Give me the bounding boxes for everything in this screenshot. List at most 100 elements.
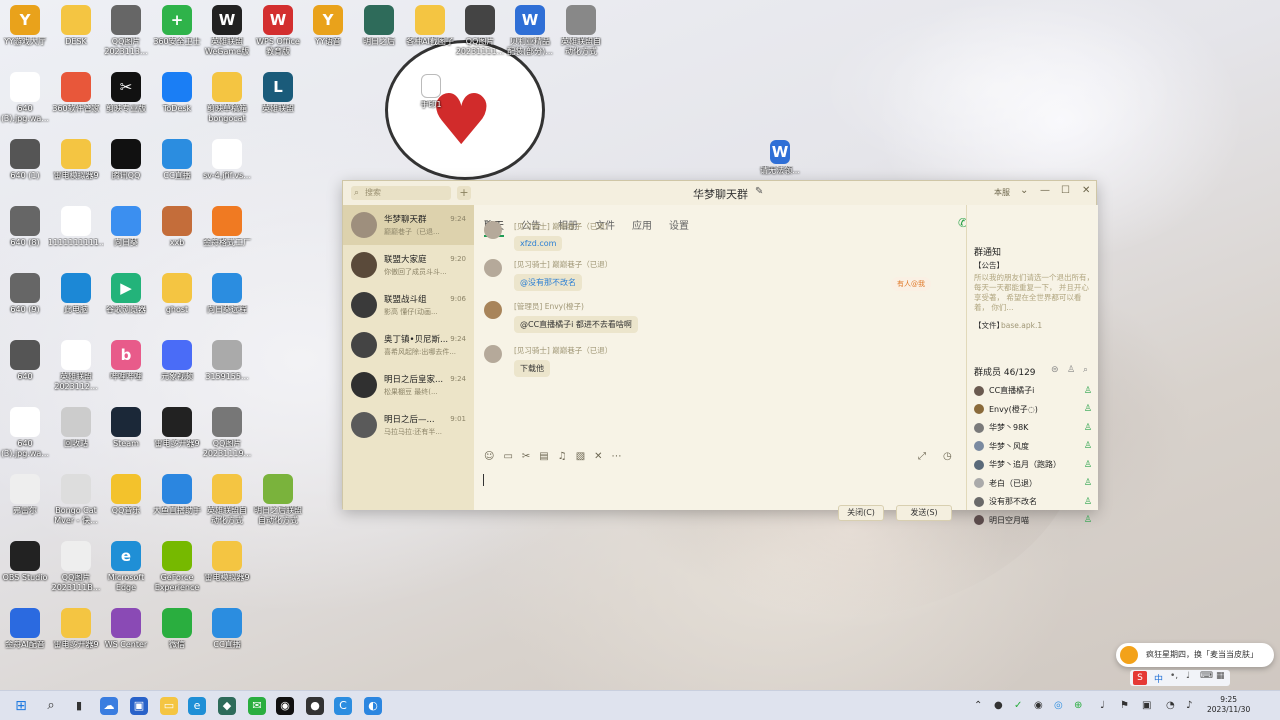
file-explorer-icon[interactable]: ▭ (160, 697, 178, 715)
desktop-shortcut[interactable]: 雷电多开器9 (48, 608, 104, 650)
widgets-icon[interactable]: ☁ (100, 697, 118, 715)
desktop-shortcut[interactable]: 640 (1) (0, 139, 53, 181)
send-button[interactable]: 发送(S) (896, 505, 952, 521)
desktop-shortcut[interactable]: 640 (9) (0, 273, 53, 315)
tray-app2-icon[interactable]: ▣ (1142, 700, 1151, 711)
desktop-shortcut[interactable]: 金舟格式工厂 (199, 206, 255, 248)
desktop-shortcut[interactable]: 640 (3).jpg.wa... (0, 407, 53, 459)
desktop-shortcut[interactable]: 3159155... (199, 340, 255, 382)
desktop-shortcut[interactable]: +360安全卫士 (149, 5, 205, 47)
desktop-shortcut[interactable]: CC直播 (149, 139, 205, 181)
game-icon[interactable]: ◆ (218, 697, 236, 715)
desktop-shortcut[interactable]: W WPS Office 教育版 (250, 5, 306, 57)
conversation-item[interactable]: 明日之后皇家... 松果棚豆 最终(... 9:24 (343, 365, 474, 405)
desktop-shortcut[interactable]: 弗雷尔 (0, 474, 53, 516)
desktop-shortcut[interactable]: Y YY语音 (300, 5, 356, 47)
conversation-item[interactable]: 联盟大家庭 你傲回了成员斗斗... 9:20 (343, 245, 474, 285)
desktop-shortcut[interactable]: 向日葵远程 (199, 273, 255, 315)
fish-live-icon[interactable]: ◐ (364, 697, 382, 715)
close-button[interactable]: 关闭(C) (838, 505, 884, 521)
music-icon[interactable]: ♫ (558, 451, 567, 462)
punctuation-icon[interactable]: •, (1170, 671, 1178, 681)
desktop-shortcut[interactable]: 腾讯QQ (98, 139, 154, 181)
add-member-icon[interactable]: ♙ (1067, 365, 1075, 375)
member-row[interactable]: 华梦丶98K ♙ (974, 422, 1092, 433)
mention-badge[interactable]: 有人@我 (891, 277, 931, 291)
desktop-shortcut[interactable]: 明日之后联盟 自动化方式 (250, 474, 306, 526)
desktop-shortcut[interactable]: 各种AI截图子 (402, 5, 458, 47)
desktop-file-icon[interactable]: 手印1 (403, 74, 459, 110)
emoji-icon[interactable]: ☺ (484, 451, 494, 462)
desktop-shortcut[interactable]: 向日葵 (98, 206, 154, 248)
message-link[interactable]: xfzd.com (520, 239, 556, 248)
conversation-item[interactable]: 明日之后—... 马拉马拉:还有半... 9:01 (343, 405, 474, 445)
image-icon[interactable]: ▧ (576, 451, 585, 462)
store-icon[interactable]: ▣ (130, 697, 148, 715)
desktop-shortcut[interactable]: ▶ 谷歌浏览器 (98, 273, 154, 315)
desktop-shortcut[interactable]: DESK (48, 5, 104, 47)
desktop-shortcut[interactable]: ghost (149, 273, 205, 315)
notification-toast[interactable]: 疯狂星期四，换「麦当当皮肤」 (1116, 643, 1274, 667)
chevron-down-icon[interactable]: ⌄ (1020, 185, 1028, 196)
desktop-shortcut[interactable]: 雷电模拟器9 (199, 541, 255, 583)
desktop-shortcut[interactable]: Bongo Cat Mver - 快... (48, 474, 104, 526)
desktop-shortcut[interactable]: 大鱼直播助手 (149, 474, 205, 516)
microphone-icon[interactable]: ♩ (1100, 700, 1105, 711)
maximize-icon[interactable]: ☐ (1061, 185, 1070, 196)
desktop-shortcut[interactable]: WS Center (98, 608, 154, 650)
desktop-shortcut[interactable]: 雷电模拟器9 (48, 139, 104, 181)
ime-mode[interactable]: 中 (1154, 672, 1163, 685)
conversation-item[interactable]: 华梦聊天群 巅巅巷子（已退... 9:24 (343, 205, 474, 245)
more-icon[interactable]: ⋯ (612, 451, 622, 462)
desktop-shortcut[interactable]: QQ图片 2023111B... (48, 541, 104, 593)
chevron-up-icon[interactable]: ⌃ (974, 700, 982, 711)
search-input[interactable]: 搜索 (351, 186, 451, 200)
desktop-shortcut[interactable]: xxb (149, 206, 205, 248)
desktop-shortcut[interactable]: ToDesk (149, 72, 205, 114)
edge-icon[interactable]: e (188, 697, 206, 715)
desktop-shortcut[interactable]: 英雄联盟自 动化方式 (199, 474, 255, 526)
tab-settings[interactable]: 设置 (669, 217, 689, 237)
desktop-shortcut[interactable]: W 英雄联盟WeGame版 (199, 5, 255, 57)
desktop-shortcut[interactable]: 英雄联盟自 动化方式 (553, 5, 609, 57)
desktop-shortcut[interactable]: 1111111111... (48, 206, 104, 248)
message-mention[interactable]: @没有那不改名 (520, 278, 576, 287)
wifi-icon[interactable]: ◔ (1166, 700, 1175, 711)
desktop-shortcut[interactable]: Steam (98, 407, 154, 449)
tray-cc-icon[interactable]: ◎ (1054, 700, 1063, 711)
member-row[interactable]: 老白（已退） ♙ (974, 478, 1092, 489)
desktop-shortcut[interactable]: QQ音乐 (98, 474, 154, 516)
desktop-shortcut[interactable]: 640 (3).jpg.wa... (0, 72, 53, 124)
add-button[interactable]: + (457, 186, 471, 200)
edit-icon[interactable]: ✎ (755, 186, 763, 197)
task-view-icon[interactable]: ▮ (70, 697, 88, 715)
search-icon[interactable]: ⌕ (1083, 365, 1088, 375)
member-row[interactable]: 没有那不改名 ♙ (974, 496, 1092, 507)
windows-start-icon[interactable]: ⊞ (12, 697, 30, 715)
wechat-icon[interactable]: ✉ (248, 697, 266, 715)
message-input[interactable] (480, 471, 960, 499)
desktop-shortcut[interactable]: 360软件管家 (48, 72, 104, 114)
desktop-shortcut[interactable]: 明日之后 (351, 5, 407, 47)
member-row[interactable]: CC直播橘子i ♙ (974, 385, 1092, 396)
desktop-shortcut[interactable]: QQ图片 20231119... (199, 407, 255, 459)
desktop-shortcut[interactable]: e Microsoft Edge (98, 541, 154, 593)
keyboard-icon[interactable]: ⌨ (1200, 671, 1213, 681)
grid-icon[interactable]: ▦ (1216, 671, 1225, 681)
announce-text[interactable]: 所以我的朋友们请选一个退出所有， 每天一天都能重复一下， 并且开心享受著， 希望… (974, 273, 1094, 319)
desktop-shortcut[interactable]: 640 (0, 340, 53, 382)
gif-icon[interactable]: ▭ (503, 451, 512, 462)
desktop-shortcut[interactable]: QQ图片 2023113... (98, 5, 154, 57)
desktop-shortcut[interactable]: 微信 (149, 608, 205, 650)
history-icon[interactable]: ◷ (943, 451, 952, 462)
search-icon[interactable]: ⌕ (42, 697, 60, 715)
desktop-shortcut[interactable]: 640 (8) (0, 206, 53, 248)
cc-live-icon[interactable]: C (334, 697, 352, 715)
desktop-shortcut[interactable]: GeForce Experience (149, 541, 205, 593)
location-icon[interactable]: ⚑ (1120, 700, 1129, 711)
desktop-shortcut[interactable]: b 哔哩哔哩 (98, 340, 154, 382)
tray-360-icon[interactable]: ⊕ (1074, 700, 1082, 711)
qq-icon[interactable]: ◉ (276, 697, 294, 715)
desktop-shortcut[interactable]: 剪映草稿箱 bongocat (199, 72, 255, 124)
desktop-shortcut[interactable]: OBS Studio (0, 541, 53, 583)
